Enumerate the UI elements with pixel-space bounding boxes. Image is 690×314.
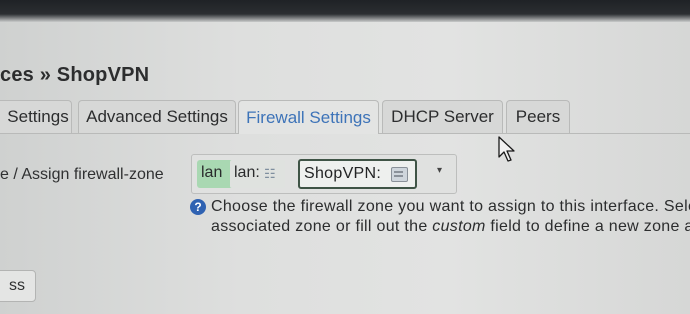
tab-advanced-settings[interactable]: Advanced Settings [78,100,236,133]
tab-bar: Settings Advanced Settings Firewall Sett… [0,100,690,134]
zone-chip-lan[interactable]: lan lan: ☷ [197,160,285,188]
network-icon: ☷ [264,166,276,181]
interface-icon [391,167,408,182]
tab-label: Firewall Settings [246,107,371,127]
page-title: ces » ShopVPN [0,64,150,86]
help-text-segment: associated zone or fill out the [211,218,433,235]
zone-member-box: lan: ☷ [230,160,285,188]
tab-label: DHCP Server [391,107,494,126]
footer-button-label: ss [9,277,25,294]
custom-field-reference: custom [432,218,486,235]
tab-general-settings[interactable]: Settings [0,100,72,133]
tab-firewall-settings[interactable]: Firewall Settings [238,100,379,134]
dropdown-arrow-icon[interactable]: ▾ [437,165,442,176]
mouse-cursor-icon [498,136,515,162]
firewall-zone-label: e / Assign firewall-zone [0,166,164,183]
help-icon: ? [190,199,206,215]
tab-label: Peers [515,107,561,126]
footer-button[interactable]: ss [0,270,36,302]
help-text-line-1: Choose the firewall zone you want to ass… [211,198,690,215]
zone-member-label: lan: [234,164,260,181]
zone-chip-shopvpn[interactable]: ShopVPN: [298,159,417,189]
firewall-zone-select[interactable]: lan lan: ☷ ShopVPN: ▾ [191,154,457,194]
tab-dhcp-server[interactable]: DHCP Server [382,100,503,133]
help-text-line-2: associated zone or fill out the custom f… [211,218,690,236]
help-text-segment: field to define a new zone a [485,218,690,235]
tab-peers[interactable]: Peers [506,100,570,133]
tab-label: Settings [7,107,69,126]
zone-name: lan [201,164,223,181]
zone-name: ShopVPN: [304,165,382,182]
tab-label: Advanced Settings [86,107,228,126]
